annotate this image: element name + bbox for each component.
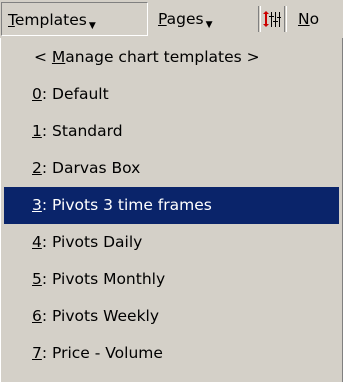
dropdown-arrow-icon: ▼	[205, 20, 213, 30]
templates-menu[interactable]: Templates ▼	[1, 2, 148, 36]
manage-chart-templates-item[interactable]: < Manage chart templates >	[4, 39, 339, 76]
template-item-price-volume[interactable]: 7: Price - Volume	[4, 335, 339, 372]
templates-dropdown-menu: < Manage chart templates > 0: Default 1:…	[0, 38, 343, 382]
template-item-pivots-daily[interactable]: 4: Pivots Daily	[4, 224, 339, 261]
template-item-standard[interactable]: 1: Standard	[4, 113, 339, 150]
template-item-pivots-3-time-frames[interactable]: 3: Pivots 3 time frames	[4, 187, 339, 224]
template-item-darvas-box[interactable]: 2: Darvas Box	[4, 150, 339, 187]
toolbar-separator	[284, 6, 287, 32]
template-item-default[interactable]: 0: Default	[4, 76, 339, 113]
menu-item-partial[interactable]: No	[292, 2, 343, 36]
template-item-pivots-weekly[interactable]: 6: Pivots Weekly	[4, 298, 339, 335]
menu-bar: Templates ▼ Pages ▼ No	[0, 0, 343, 38]
chart-settings-icon[interactable]	[263, 10, 281, 28]
template-item-pivots-monthly[interactable]: 5: Pivots Monthly	[4, 261, 339, 298]
toolbar-separator	[258, 6, 261, 32]
pages-menu[interactable]: Pages ▼	[152, 2, 256, 36]
